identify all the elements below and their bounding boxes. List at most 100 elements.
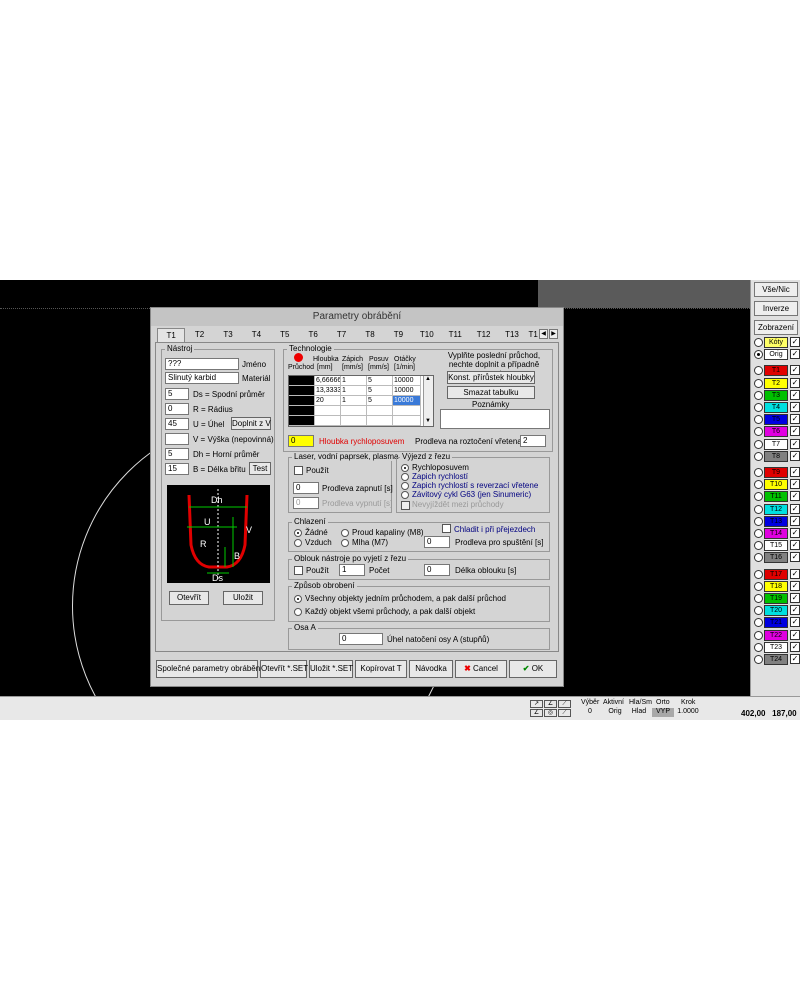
method-each-radio[interactable]	[294, 608, 302, 616]
exit-plunge-radio[interactable]	[401, 473, 409, 481]
edge-length-input[interactable]: 15	[165, 463, 189, 475]
ds-input[interactable]: 5	[165, 388, 189, 400]
tool-open-button[interactable]: Otevřít	[169, 591, 209, 605]
layer-visible-checkbox[interactable]: ✓	[790, 654, 800, 664]
layer-radio[interactable]	[754, 642, 763, 652]
table-cell-selected[interactable]: 10000	[393, 396, 421, 406]
layer-row[interactable]: T2 ✓	[754, 377, 800, 389]
layer-radio[interactable]	[754, 655, 763, 664]
layer-visible-checkbox[interactable]: ✓	[790, 641, 800, 652]
layer-visible-checkbox[interactable]: ✓	[790, 528, 800, 538]
layer-visible-checkbox[interactable]: ✓	[790, 479, 800, 490]
layer-row[interactable]: T18 ✓	[754, 580, 800, 592]
layer-radio[interactable]	[754, 594, 763, 603]
layer-radio[interactable]	[754, 378, 763, 388]
notes-input[interactable]	[440, 409, 550, 429]
table-cell[interactable]: 10000	[393, 376, 421, 386]
panel-button-2[interactable]: Zobrazení	[754, 320, 798, 335]
table-cell[interactable]: 13,3333	[315, 386, 341, 396]
snap-angle-icon[interactable]: ∠	[544, 700, 557, 708]
tool-name-input[interactable]: ???	[165, 358, 239, 370]
angle-input[interactable]: 45	[165, 418, 189, 430]
table-cell[interactable]: 6,66666	[315, 376, 341, 386]
layer-visible-checkbox[interactable]: ✓	[790, 552, 800, 563]
layer-visible-checkbox[interactable]: ✓	[790, 593, 800, 603]
open-set-button[interactable]: Otevřít *.SET	[260, 660, 308, 678]
table-cell[interactable]: 1	[341, 386, 367, 396]
snap-point-icon[interactable]: ∠	[530, 709, 543, 717]
tab-t1[interactable]: T1	[157, 328, 186, 342]
save-set-button[interactable]: Uložit *.SET	[309, 660, 353, 678]
layer-row[interactable]: T14 ✓	[754, 528, 800, 539]
snap-icons[interactable]: ↗ ∠ ⟋ ∠ ◎ ⟋	[530, 700, 572, 718]
layer-row[interactable]: T22 ✓	[754, 629, 800, 641]
layer-radio[interactable]	[754, 366, 763, 376]
layer-row[interactable]: T20 ✓	[754, 605, 800, 617]
layer-visible-checkbox[interactable]: ✓	[790, 629, 800, 640]
tab-t13[interactable]: T13	[498, 328, 526, 342]
layer-visible-checkbox[interactable]: ✓	[790, 540, 800, 551]
cooling-delay-input[interactable]: 0	[424, 536, 450, 548]
layer-radio[interactable]	[754, 492, 763, 502]
exit-thread-radio[interactable]	[401, 491, 409, 499]
tab-t11[interactable]: T11	[441, 328, 469, 342]
layer-row[interactable]: T10 ✓	[754, 479, 800, 491]
arc-use-checkbox[interactable]	[294, 566, 303, 575]
arc-length-input[interactable]: 0	[424, 564, 450, 576]
layer-row[interactable]: Orig ✓	[754, 349, 800, 361]
layer-row[interactable]: T23 ✓	[754, 641, 800, 653]
layer-row[interactable]: T7 ✓	[754, 438, 800, 450]
layer-row[interactable]: T19 ✓	[754, 593, 800, 604]
complete-from-v-button[interactable]: Doplnit z V	[231, 417, 271, 430]
layer-visible-checkbox[interactable]: ✓	[790, 349, 800, 360]
passes-table[interactable]: 6,66666 1 5 10000 13,3333 1 5 10000 20 1…	[288, 375, 434, 427]
scroll-up-icon[interactable]: ▲	[425, 376, 431, 382]
layer-radio[interactable]	[754, 338, 763, 347]
clear-table-button[interactable]: Smazat tabulku	[447, 386, 535, 399]
layer-radio[interactable]	[754, 516, 763, 526]
laser-use-checkbox[interactable]	[294, 466, 303, 475]
layer-radio[interactable]	[754, 541, 763, 551]
table-cell[interactable]: 5	[367, 386, 393, 396]
tab-t7[interactable]: T7	[327, 328, 355, 342]
tool-save-button[interactable]: Uložit	[223, 591, 263, 605]
tab-t1[interactable]: T1	[526, 328, 540, 342]
method-all-radio[interactable]	[294, 595, 302, 603]
layer-visible-checkbox[interactable]: ✓	[790, 568, 800, 579]
layer-visible-checkbox[interactable]: ✓	[790, 515, 800, 526]
layer-radio[interactable]	[754, 439, 763, 449]
layer-visible-checkbox[interactable]: ✓	[790, 337, 800, 347]
layer-mode-value[interactable]: Hlad	[627, 708, 651, 717]
layer-row[interactable]: T1 ✓	[754, 365, 800, 377]
layer-radio[interactable]	[754, 581, 763, 591]
layer-radio[interactable]	[754, 529, 763, 538]
exit-reverse-radio[interactable]	[401, 482, 409, 490]
table-cell[interactable]: 5	[367, 376, 393, 386]
snap-center-icon[interactable]: ◎	[544, 709, 557, 717]
layer-visible-checkbox[interactable]: ✓	[790, 365, 800, 376]
common-parameters-button[interactable]: Společné parametry obrábění	[156, 660, 262, 678]
cooling-coolant-radio[interactable]	[341, 529, 349, 537]
layer-radio[interactable]	[754, 606, 763, 616]
table-cell[interactable]: 10000	[393, 386, 421, 396]
cooling-mist-radio[interactable]	[341, 539, 349, 547]
step-value[interactable]: 1.0000	[674, 708, 702, 717]
spindle-delay-input[interactable]: 2	[520, 435, 546, 447]
layer-radio[interactable]	[754, 350, 763, 360]
layer-radio[interactable]	[754, 451, 763, 461]
top-diameter-input[interactable]: 5	[165, 448, 189, 460]
snap-diagonal-icon[interactable]: ⟋	[558, 700, 571, 708]
snap-line-icon[interactable]: ↗	[530, 700, 543, 708]
layer-radio[interactable]	[754, 480, 763, 490]
panel-button-0[interactable]: Vše/Nic	[754, 282, 798, 297]
layer-row[interactable]: T15 ✓	[754, 540, 800, 552]
layer-row[interactable]: T21 ✓	[754, 617, 800, 629]
tab-t2[interactable]: T2	[185, 328, 213, 342]
layer-row[interactable]: T11 ✓	[754, 491, 800, 503]
layer-visible-checkbox[interactable]: ✓	[790, 491, 800, 502]
table-scrollbar[interactable]: ▲ ▼	[423, 376, 433, 426]
layer-row[interactable]: T16 ✓	[754, 552, 800, 564]
cancel-button[interactable]: ✖ Cancel	[455, 660, 507, 678]
tab-scroll-left-icon[interactable]: ◀	[539, 329, 548, 339]
laser-off-delay-input[interactable]: 0	[293, 497, 319, 509]
